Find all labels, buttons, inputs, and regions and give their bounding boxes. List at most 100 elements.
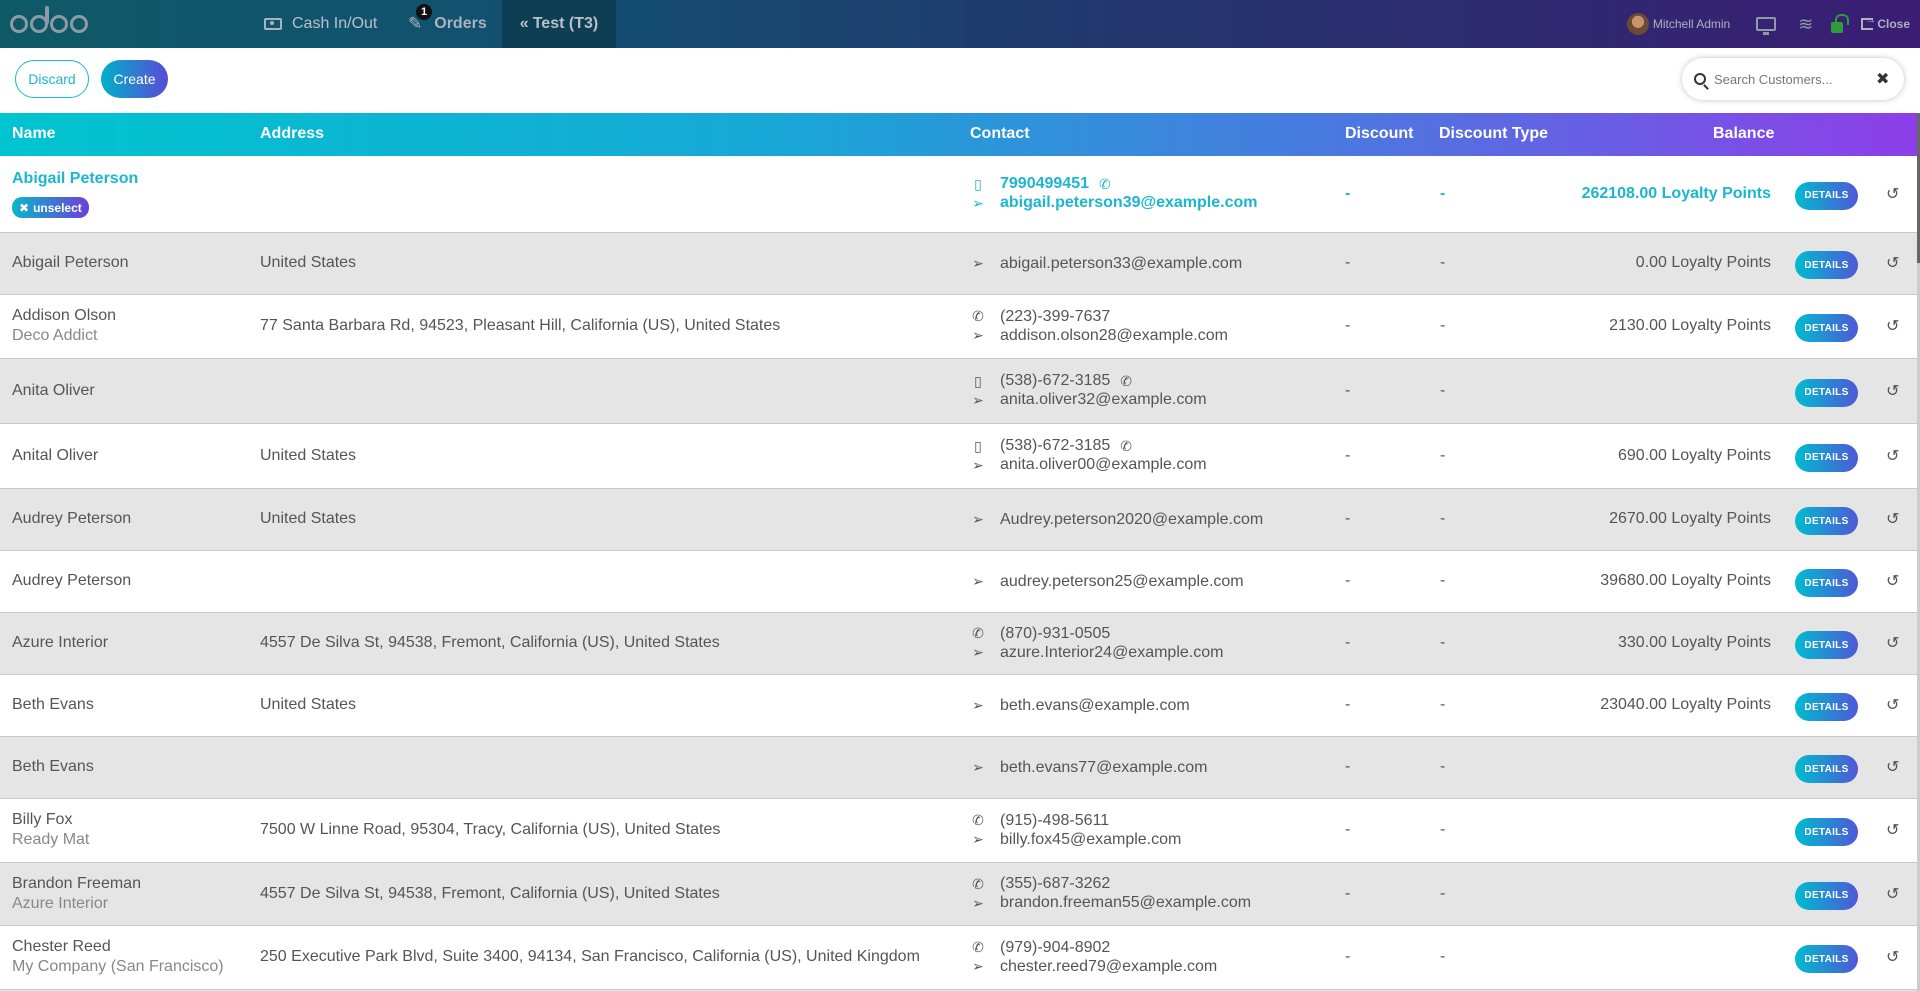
details-button[interactable]: DETAILS xyxy=(1795,631,1858,659)
details-button[interactable]: DETAILS xyxy=(1795,314,1858,342)
details-button[interactable]: DETAILS xyxy=(1795,569,1858,597)
customer-discount: - xyxy=(1345,184,1351,202)
history-icon[interactable]: ↺ xyxy=(1886,757,1899,777)
whatsapp-icon[interactable]: ✆ xyxy=(1099,176,1111,193)
monitor-icon[interactable] xyxy=(1756,17,1777,35)
header-discount-type: Discount Type xyxy=(1439,125,1549,142)
whatsapp-icon[interactable]: ✆ xyxy=(1120,438,1132,455)
customer-name: Addison Olson xyxy=(12,307,117,324)
tab-label: Test (T3) xyxy=(532,15,599,32)
details-button[interactable]: DETAILS xyxy=(1795,755,1858,783)
details-button[interactable]: DETAILS xyxy=(1795,507,1858,535)
table-row[interactable]: Anital Oliver United States ▯ (538)-672-318… xyxy=(0,424,1920,489)
sign-out-icon xyxy=(1861,14,1876,30)
contact-info: ▯ (538)-672-3185 ✆ ➢ anita.oliver32@example.… xyxy=(970,372,1206,410)
table-row[interactable]: Azure Interior 4557 De Silva St, 94538, F… xyxy=(0,613,1920,675)
history-icon[interactable]: ↺ xyxy=(1886,820,1899,840)
shopping-bag-icon: ✎ 1 xyxy=(408,4,432,34)
orders-count-badge: 1 xyxy=(416,4,432,20)
customer-address: United States xyxy=(260,696,357,713)
customer-phone: (355)-687-3262 xyxy=(1000,875,1111,892)
customer-address: United States xyxy=(260,510,357,527)
customer-discount-type: - xyxy=(1440,254,1446,271)
table-row[interactable]: Beth Evans United States ➢ beth.evans@examp… xyxy=(0,675,1920,737)
contact-info: ➢ audrey.peterson25@example.com xyxy=(970,572,1244,591)
history-icon[interactable]: ↺ xyxy=(1886,884,1899,904)
customer-name: Abigail Peterson xyxy=(12,170,139,187)
details-button[interactable]: DETAILS xyxy=(1795,818,1858,846)
lock-icon[interactable] xyxy=(1831,13,1850,33)
unselect-button[interactable]: ✖ unselect xyxy=(12,197,89,218)
details-button[interactable]: DETAILS xyxy=(1795,378,1858,407)
details-button[interactable]: DETAILS xyxy=(1795,251,1858,279)
send-email-icon: ➢ xyxy=(972,831,984,847)
send-email-icon: ➢ xyxy=(972,511,984,527)
whatsapp-icon[interactable]: ✆ xyxy=(1120,373,1132,390)
user-name[interactable]: Mitchell Admin xyxy=(1653,17,1730,31)
history-icon[interactable]: ↺ xyxy=(1886,695,1899,715)
table-row[interactable]: Anita Oliver ▯ (538)-672-3185 ✆ ➢ anita.olive… xyxy=(0,359,1920,424)
details-button[interactable]: DETAILS xyxy=(1795,945,1858,973)
customer-discount: - xyxy=(1345,254,1351,271)
customer-phone: 7990499451 xyxy=(1000,175,1089,192)
details-button[interactable]: DETAILS xyxy=(1795,881,1858,910)
contact-info: ➢ Audrey.peterson2020@example.com xyxy=(970,510,1263,529)
create-button[interactable]: Create xyxy=(101,60,168,98)
table-row[interactable]: Billy Fox Ready Mat 7500 W Linne Road, 9… xyxy=(0,799,1920,863)
customer-discount: - xyxy=(1345,948,1351,965)
history-icon[interactable]: ↺ xyxy=(1886,446,1899,466)
details-button[interactable]: DETAILS xyxy=(1795,443,1858,472)
customer-discount-type: - xyxy=(1440,184,1446,202)
customer-discount-type: - xyxy=(1440,948,1446,965)
header-name: Name xyxy=(12,125,56,142)
table-row[interactable]: Abigail Peterson ✖ unselect ▯ 7990499451 ✆ ➢… xyxy=(0,156,1920,233)
history-icon[interactable]: ↺ xyxy=(1886,184,1899,204)
close-button[interactable]: Close xyxy=(1861,14,1910,31)
customer-email: beth.evans77@example.com xyxy=(1000,758,1208,776)
discard-button[interactable]: Discard xyxy=(15,60,89,98)
customer-discount: - xyxy=(1345,510,1351,527)
search-input[interactable] xyxy=(1714,71,1874,87)
table-row[interactable]: Chester Reed My Company (San Francisco) … xyxy=(0,926,1920,990)
history-icon[interactable]: ↺ xyxy=(1886,571,1899,591)
orders-button[interactable]: ✎ 1 Orders xyxy=(408,0,487,48)
history-icon[interactable]: ↺ xyxy=(1886,253,1899,273)
history-icon[interactable]: ↺ xyxy=(1886,381,1899,401)
contact-info: ➢ beth.evans77@example.com xyxy=(970,758,1207,777)
customer-discount-type: - xyxy=(1440,572,1446,589)
send-email-icon: ➢ xyxy=(972,255,984,271)
phone-icon: ✆ xyxy=(972,812,984,828)
clear-search-icon[interactable]: ✖ xyxy=(1876,69,1889,89)
contact-info: ➢ abigail.peterson33@example.com xyxy=(970,254,1242,273)
header-balance: Balance xyxy=(1713,125,1775,142)
details-button[interactable]: DETAILS xyxy=(1795,181,1858,210)
customer-discount: - xyxy=(1345,696,1351,713)
table-row[interactable]: Audrey Peterson United States ➢ Audrey.pete… xyxy=(0,489,1920,551)
table-row[interactable]: Beth Evans ➢ beth.evans77@example.com - - DET… xyxy=(0,737,1920,799)
wifi-icon: ≋ xyxy=(1798,13,1814,34)
customer-discount: - xyxy=(1345,381,1351,399)
customer-balance: 330.00 Loyalty Points xyxy=(1618,634,1771,651)
contact-info: ✆ (870)-931-0505 ➢ azure.Interior24@example… xyxy=(970,624,1223,662)
history-icon[interactable]: ↺ xyxy=(1886,633,1899,653)
table-row[interactable]: Brandon Freeman Azure Interior 4557 De S… xyxy=(0,863,1920,926)
customer-address: 77 Santa Barbara Rd, 94523, Pleasant Hil… xyxy=(260,317,781,334)
customer-name: Billy Fox xyxy=(12,811,73,828)
tab-test-t3[interactable]: « Test (T3) xyxy=(502,0,616,48)
phone-icon: ✆ xyxy=(972,939,984,955)
cash-in-out-button[interactable]: Cash In/Out xyxy=(264,0,377,48)
send-email-icon: ➢ xyxy=(972,759,984,775)
customer-phone: (538)-672-3185 xyxy=(1000,437,1111,454)
history-icon[interactable]: ↺ xyxy=(1886,316,1899,336)
details-button[interactable]: DETAILS xyxy=(1795,693,1858,721)
phone-icon: ✆ xyxy=(972,625,984,641)
table-row[interactable]: Addison Olson Deco Addict 77 Santa Barba… xyxy=(0,295,1920,359)
customer-email: beth.evans@example.com xyxy=(1000,696,1190,714)
table-row[interactable]: Audrey Peterson ➢ audrey.peterson25@exampl… xyxy=(0,551,1920,613)
history-icon[interactable]: ↺ xyxy=(1886,509,1899,529)
history-icon[interactable]: ↺ xyxy=(1886,947,1899,967)
phone-icon: ✆ xyxy=(972,875,984,892)
money-icon xyxy=(264,18,282,30)
table-row[interactable]: Abigail Peterson United States ➢ abigail.pe… xyxy=(0,233,1920,295)
contact-info: ▯ 7990499451 ✆ ➢ abigail.peterson39@example.… xyxy=(970,175,1257,213)
